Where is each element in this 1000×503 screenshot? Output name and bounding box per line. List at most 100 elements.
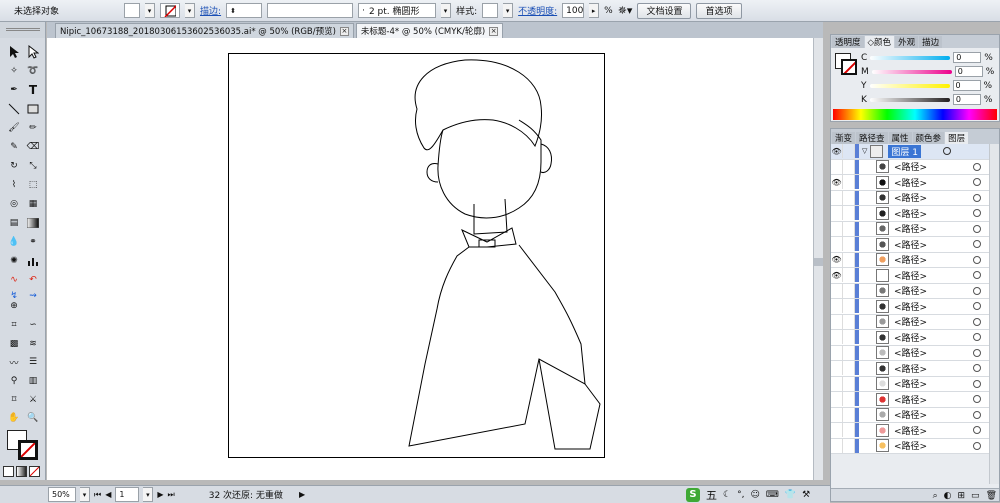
- target-circle-icon[interactable]: [973, 410, 981, 419]
- path-name[interactable]: <路径>: [894, 377, 973, 390]
- tab-transparency[interactable]: 透明度: [832, 36, 864, 48]
- black-field[interactable]: 0: [952, 94, 981, 105]
- scroll-thumb[interactable]: [814, 258, 823, 266]
- lock-toggle[interactable]: [843, 206, 855, 221]
- gradient-tool-icon[interactable]: [24, 215, 42, 231]
- paintbrush-icon[interactable]: 🖌: [5, 120, 23, 136]
- tab-gradient[interactable]: 渐变: [832, 132, 856, 144]
- path-name[interactable]: <路径>: [894, 222, 973, 235]
- eye-icon[interactable]: [831, 159, 843, 174]
- stroke-link[interactable]: 描边:: [200, 4, 221, 17]
- target-circle-icon[interactable]: [973, 224, 981, 233]
- punctuation-icon[interactable]: °,: [737, 490, 744, 500]
- tab-nipic-document[interactable]: Nipic_10673188_20180306153602536035.ai* …: [55, 23, 354, 38]
- eye-icon[interactable]: [831, 221, 843, 236]
- fill-stroke-swatches[interactable]: [5, 430, 41, 462]
- target-circle-icon[interactable]: [973, 271, 981, 280]
- path-name[interactable]: <路径>: [894, 207, 973, 220]
- width-tool-icon[interactable]: ≋: [24, 336, 42, 352]
- layer-row-path[interactable]: 👁 <路径>: [831, 268, 999, 284]
- color-mode-button[interactable]: [3, 466, 14, 477]
- eye-icon[interactable]: 👁: [831, 268, 843, 283]
- path-name[interactable]: <路径>: [894, 424, 973, 437]
- yellow-slider[interactable]: [869, 83, 950, 88]
- blend-tool-icon[interactable]: ⚭: [24, 234, 42, 250]
- rotate-tool-icon[interactable]: ↻: [5, 158, 23, 174]
- eye-icon[interactable]: [831, 330, 843, 345]
- lock-toggle[interactable]: [843, 423, 855, 438]
- path-name[interactable]: <路径>: [894, 439, 973, 452]
- lock-toggle[interactable]: [843, 345, 855, 360]
- last-artboard-icon[interactable]: ⏭: [168, 490, 175, 500]
- magenta-slider[interactable]: [871, 69, 952, 74]
- selection-tool-icon[interactable]: [5, 44, 23, 60]
- vertical-scrollbar[interactable]: [813, 38, 823, 480]
- cyan-field[interactable]: 0: [953, 52, 982, 63]
- none-mode-button[interactable]: [29, 466, 40, 477]
- layer-row-path[interactable]: <路径>: [831, 376, 999, 392]
- path-name[interactable]: <路径>: [894, 253, 973, 266]
- target-circle-icon[interactable]: [973, 441, 981, 450]
- skin-icon[interactable]: 👕: [785, 490, 796, 500]
- target-circle-icon[interactable]: [973, 240, 981, 249]
- emoji-icon[interactable]: ☺: [750, 490, 759, 500]
- tab-pathfinder[interactable]: 路径查: [856, 132, 888, 144]
- close-icon[interactable]: ×: [489, 26, 499, 36]
- character-outline-artwork[interactable]: [229, 54, 606, 459]
- layer-row-path[interactable]: 👁 <路径>: [831, 252, 999, 268]
- target-circle-icon[interactable]: [973, 348, 981, 357]
- target-circle-icon[interactable]: [973, 209, 981, 218]
- lock-toggle[interactable]: [843, 392, 855, 407]
- perspective-grid-icon[interactable]: ▤: [5, 215, 23, 231]
- stroke-swatch[interactable]: [160, 3, 181, 18]
- live-paint-icon[interactable]: ▦: [24, 196, 42, 212]
- prev-artboard-icon[interactable]: ◀: [105, 490, 111, 499]
- lock-toggle[interactable]: [843, 268, 855, 283]
- target-circle-icon[interactable]: [942, 147, 951, 156]
- path-name[interactable]: <路径>: [894, 284, 973, 297]
- target-circle-icon[interactable]: [973, 193, 981, 202]
- sogou-logo-icon[interactable]: S: [686, 488, 700, 502]
- symbol-sprayer-icon[interactable]: ✺: [5, 253, 23, 269]
- layer-row-path[interactable]: <路径>: [831, 361, 999, 377]
- path-name[interactable]: <路径>: [894, 191, 973, 204]
- artboard[interactable]: [228, 53, 605, 458]
- lock-toggle[interactable]: [843, 376, 855, 391]
- cyan-slider[interactable]: [870, 55, 951, 60]
- direct-selection-tool-icon[interactable]: [24, 44, 42, 60]
- graph-wave-icon[interactable]: 〰: [5, 354, 23, 370]
- lock-toggle[interactable]: [843, 159, 855, 174]
- crosshair-icon[interactable]: ⊕: [5, 298, 23, 314]
- layer-row-path[interactable]: 👁 <路径>: [831, 175, 999, 191]
- target-circle-icon[interactable]: [973, 379, 981, 388]
- warp-tool-icon[interactable]: ⌇: [5, 177, 23, 193]
- layer-row-path[interactable]: <路径>: [831, 345, 999, 361]
- layer-row-path[interactable]: <路径>: [831, 221, 999, 237]
- lock-toggle[interactable]: [843, 221, 855, 236]
- brush-definition[interactable]: · 2 pt. 椭圆形: [358, 3, 437, 18]
- lock-toggle[interactable]: [843, 144, 855, 159]
- new-layer-icon[interactable]: ▭: [971, 491, 980, 501]
- fill-swatch[interactable]: [124, 3, 141, 18]
- artboard-tool-icon[interactable]: ⌗: [5, 317, 23, 333]
- eye-icon[interactable]: [831, 237, 843, 252]
- target-circle-icon[interactable]: [973, 395, 981, 404]
- smooth-tool-icon[interactable]: ↶: [24, 272, 42, 288]
- lock-toggle[interactable]: [843, 175, 855, 190]
- tab-stroke[interactable]: 描边: [919, 36, 943, 48]
- layer-row-path[interactable]: <路径>: [831, 190, 999, 206]
- target-circle-icon[interactable]: [973, 255, 981, 264]
- layer-row-path[interactable]: <路径>: [831, 299, 999, 315]
- mesh-tool-icon[interactable]: ▩: [5, 336, 23, 352]
- moon-icon[interactable]: ☾: [723, 490, 731, 500]
- opacity-link[interactable]: 不透明度:: [518, 4, 557, 17]
- layer-row-path[interactable]: <路径>: [831, 237, 999, 253]
- path-name[interactable]: <路径>: [894, 238, 973, 251]
- artboard-dropdown[interactable]: ▾: [143, 487, 154, 502]
- black-slider[interactable]: [869, 97, 950, 102]
- path-name[interactable]: <路径>: [894, 331, 973, 344]
- layer-row-path[interactable]: <路径>: [831, 206, 999, 222]
- tab-layers[interactable]: 图层: [945, 132, 969, 144]
- target-circle-icon[interactable]: [973, 302, 981, 311]
- bar-graph-icon[interactable]: ▥: [24, 373, 42, 389]
